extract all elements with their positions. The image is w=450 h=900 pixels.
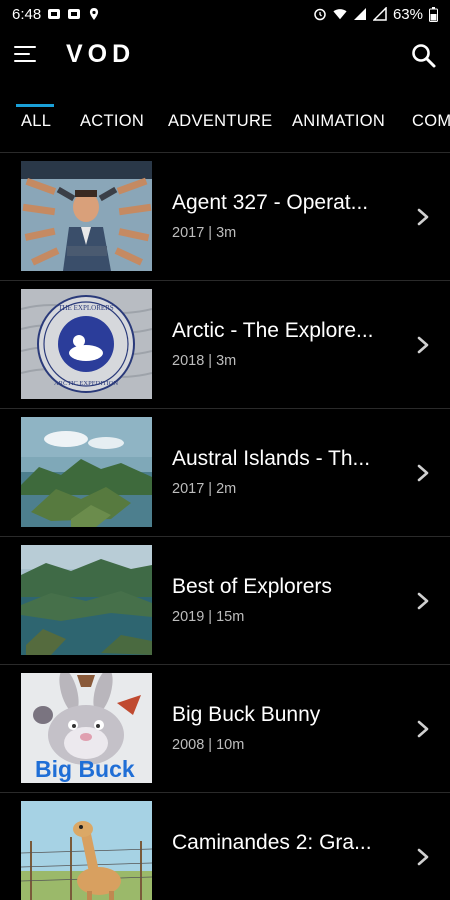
list-item[interactable]: Agent 327 - Operat... 2017 | 3m xyxy=(0,153,450,281)
thumbnail-big-buck-bunny: Big Buck xyxy=(21,673,152,783)
tab-indicator xyxy=(16,104,54,107)
photo-notification-icon xyxy=(48,9,61,19)
thumbnail-best-of-explorers xyxy=(21,545,152,655)
video-title: Caminandes 2: Gra... xyxy=(172,831,372,854)
signal-icon-2 xyxy=(372,7,387,21)
video-meta: 2008 | 10m xyxy=(172,737,245,753)
chevron-right-icon xyxy=(417,848,429,866)
tab-adventure[interactable]: ADVENTURE xyxy=(168,112,272,131)
category-tabs: ALL ACTION ADVENTURE ANIMATION COM xyxy=(0,96,450,152)
thumbnail-agent-327 xyxy=(21,161,152,271)
arctic-seal-text-top: THE EXPLORERS xyxy=(58,304,114,312)
list-item[interactable]: Austral Islands - Th... 2017 | 2m xyxy=(0,409,450,537)
list-item[interactable]: Big Buck Big Buck Bunny 2008 | 10m xyxy=(0,665,450,793)
tab-comedy[interactable]: COM xyxy=(412,112,450,131)
thumbnail-caminandes-2 xyxy=(21,801,152,900)
video-meta: 2017 | 3m xyxy=(172,225,237,241)
chevron-right-icon xyxy=(417,464,429,482)
status-left: 6:48 xyxy=(12,6,101,23)
list-item[interactable]: Best of Explorers 2019 | 15m xyxy=(0,537,450,665)
status-bar: 6:48 63% xyxy=(0,0,450,28)
status-right: 63% xyxy=(313,6,438,23)
tab-action[interactable]: ACTION xyxy=(80,112,144,131)
video-title: Agent 327 - Operat... xyxy=(172,191,369,214)
search-icon[interactable] xyxy=(410,42,438,70)
video-meta: 2019 | 15m xyxy=(172,609,245,625)
battery-percent: 63% xyxy=(392,5,423,23)
location-icon xyxy=(90,8,99,20)
tab-animation[interactable]: ANIMATION xyxy=(292,112,385,131)
list-item[interactable]: Caminandes 2: Gra... xyxy=(0,793,450,900)
video-title: Big Buck Bunny xyxy=(172,703,321,726)
video-title: Arctic - The Explore... xyxy=(172,319,374,342)
app-title: VOD xyxy=(66,40,136,68)
photo-notification-icon-2 xyxy=(68,9,81,19)
chevron-right-icon xyxy=(417,208,429,226)
video-list: Agent 327 - Operat... 2017 | 3m THE EXPL… xyxy=(0,153,450,900)
status-time: 6:48 xyxy=(12,5,42,23)
chevron-right-icon xyxy=(417,336,429,354)
app-bar: VOD xyxy=(0,28,450,86)
thumbnail-arctic: THE EXPLORERS ARCTIC EXPEDITION xyxy=(21,289,152,399)
chevron-right-icon xyxy=(417,720,429,738)
battery-icon xyxy=(429,6,438,22)
signal-icon xyxy=(353,8,366,20)
wifi-icon xyxy=(333,9,347,20)
list-item[interactable]: THE EXPLORERS ARCTIC EXPEDITION Arctic -… xyxy=(0,281,450,409)
video-meta: 2018 | 3m xyxy=(172,353,237,369)
hamburger-menu-icon[interactable] xyxy=(14,46,40,68)
video-title: Austral Islands - Th... xyxy=(172,447,371,470)
alarm-icon xyxy=(314,8,326,21)
arctic-seal-text-bottom: ARCTIC EXPEDITION xyxy=(54,380,118,387)
thumbnail-austral-islands xyxy=(21,417,152,527)
tab-all[interactable]: ALL xyxy=(21,112,51,131)
chevron-right-icon xyxy=(417,592,429,610)
video-title: Best of Explorers xyxy=(172,575,332,598)
big-buck-bunny-logo-text: Big Buck xyxy=(35,756,135,782)
video-meta: 2017 | 2m xyxy=(172,481,237,497)
